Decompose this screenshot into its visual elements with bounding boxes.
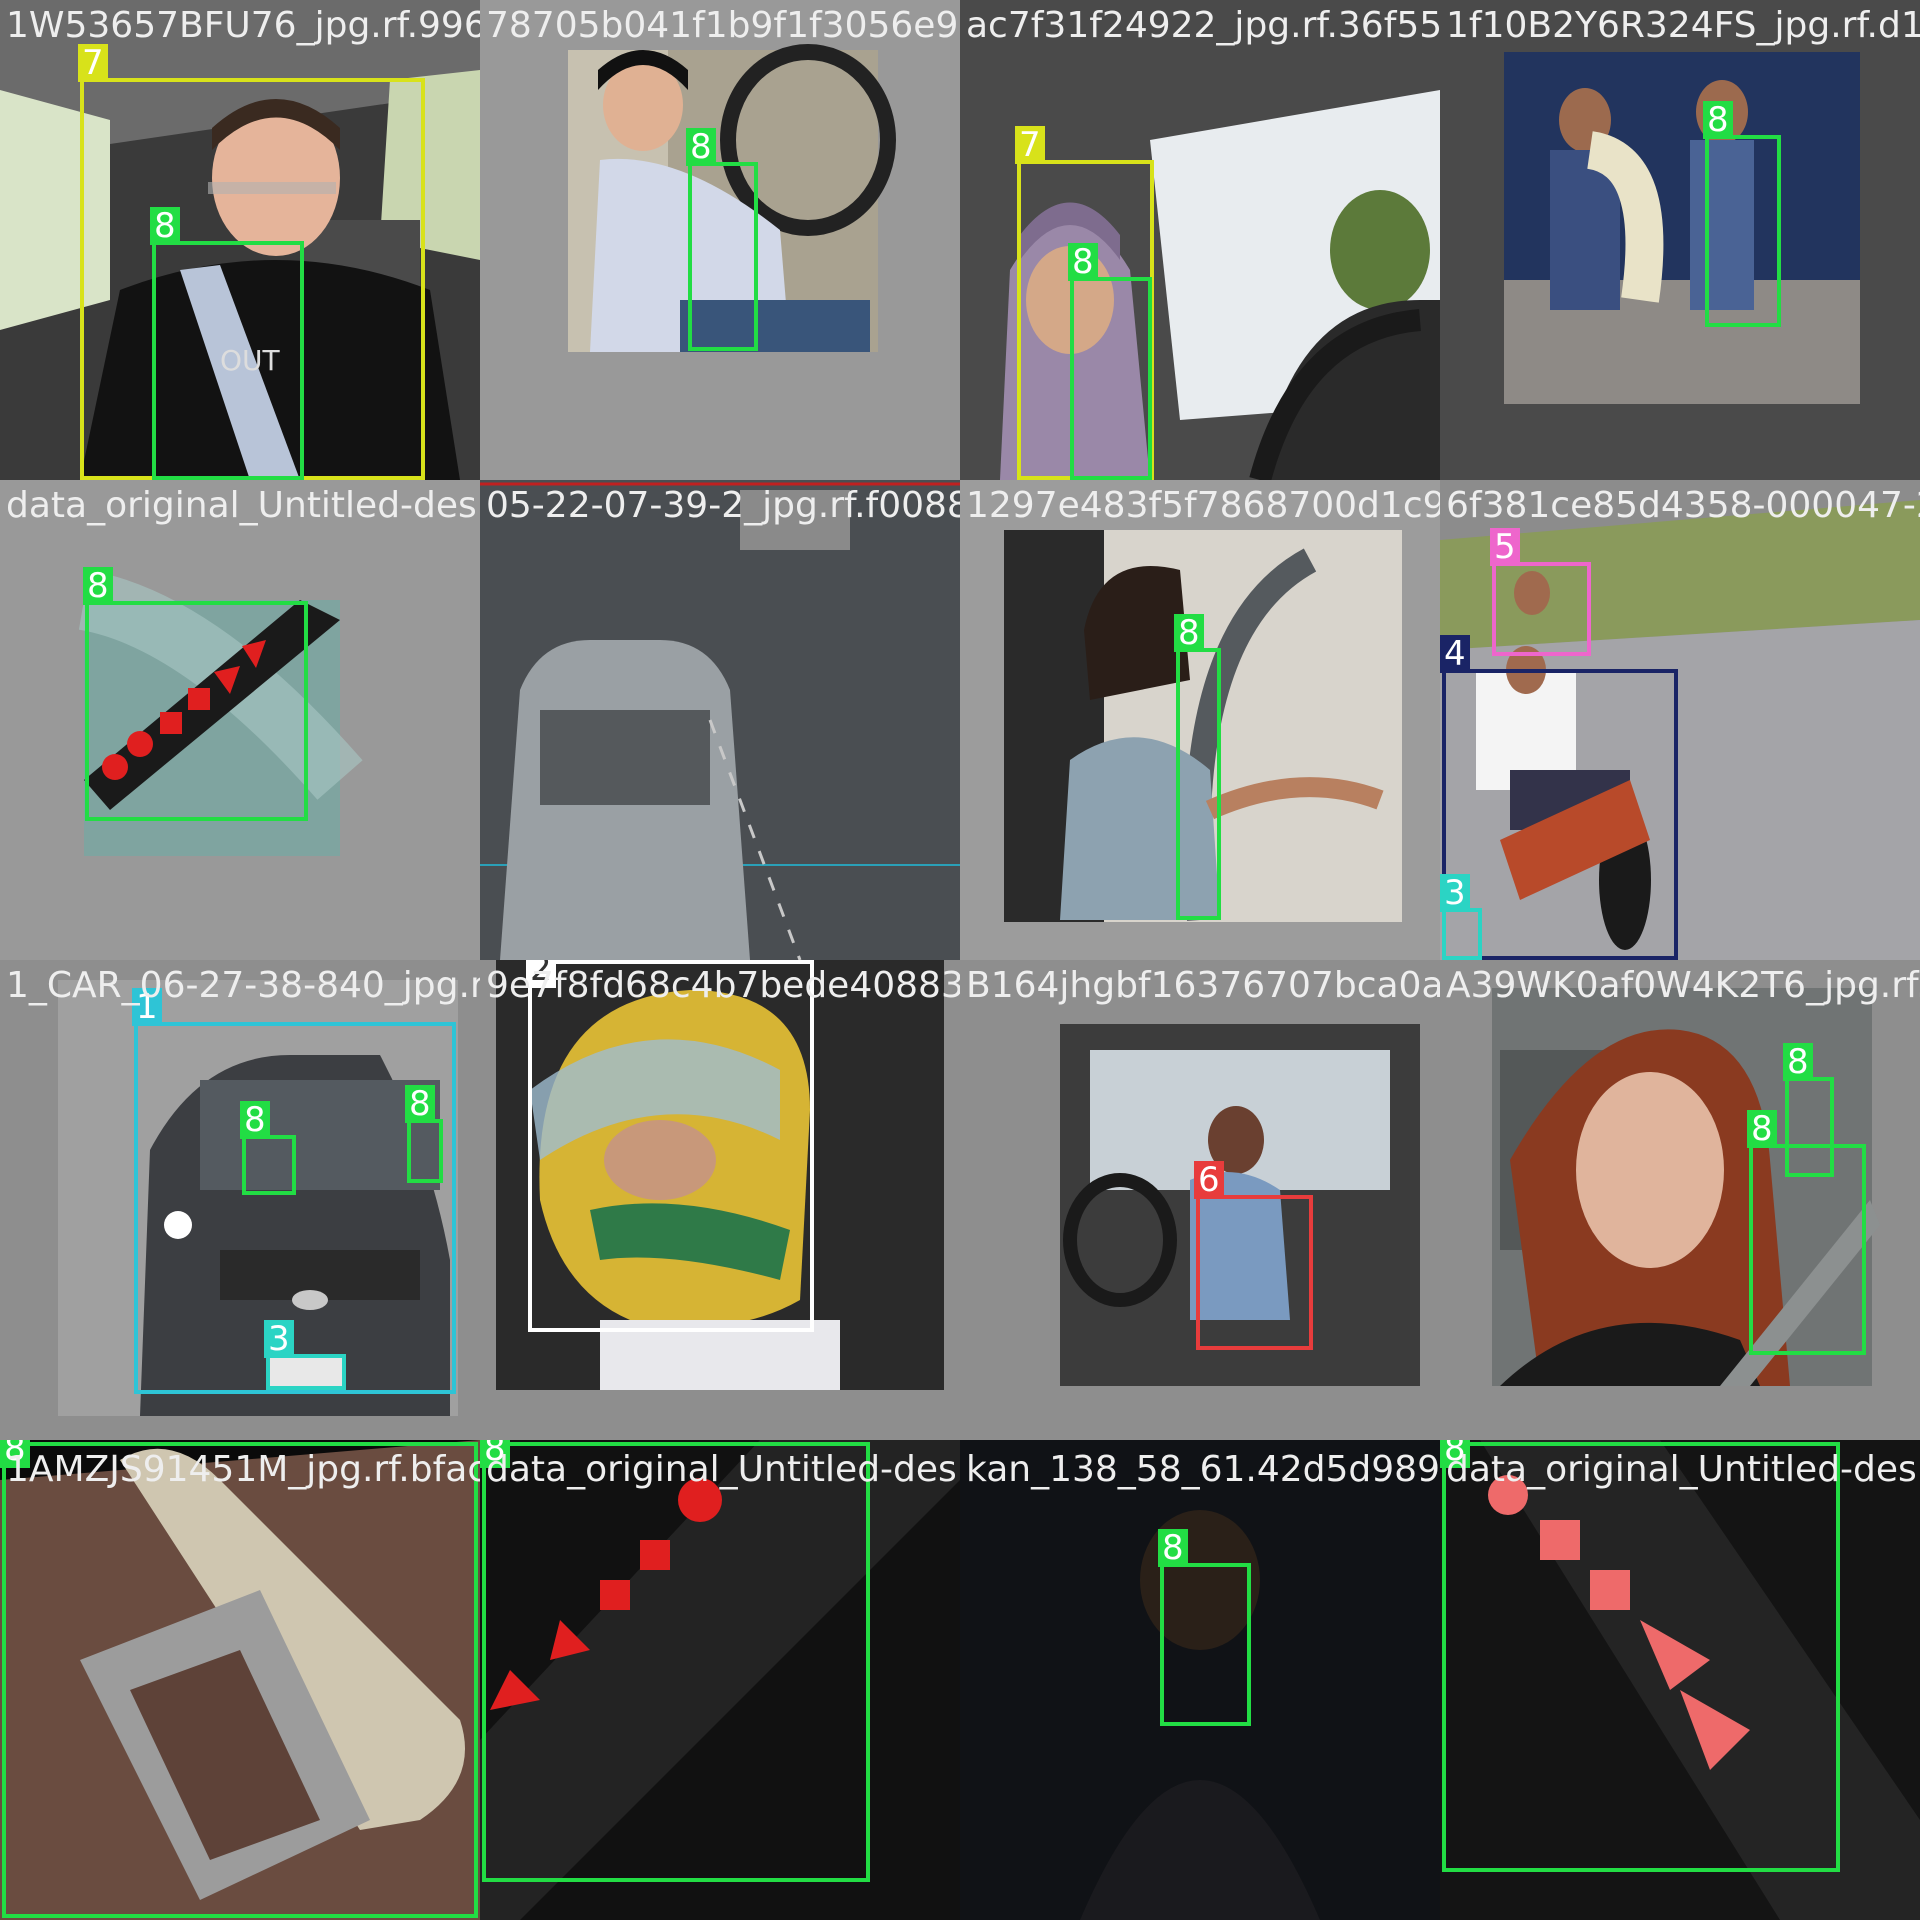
tile-13: 8 data_original_Untitled-design — [480, 1440, 960, 1920]
bbox-5 — [1492, 562, 1591, 656]
bbox-label: 8 — [1158, 1529, 1188, 1567]
tile-11: 8 8 A39WK0af0W4K2T6_jpg.rf.f21 — [1440, 960, 1920, 1440]
bbox-label: 5 — [1490, 528, 1520, 566]
bbox-8 — [688, 162, 758, 351]
bbox-8 — [1705, 135, 1781, 327]
bbox-label: 7 — [78, 44, 108, 82]
tile-filename: data_original_Untitled-design — [486, 1449, 960, 1490]
bbox-label: 3 — [1440, 874, 1470, 912]
tile-filename: data_original_Untitled-desig — [1446, 1449, 1920, 1490]
tile-6: 8 1297e483f5f7868700d1c94c6 — [960, 480, 1440, 960]
tile-0: OUT 7 8 1W53657BFU76_jpg.rf.996c5ea2bdb2… — [0, 0, 480, 480]
bbox-label: 4 — [1440, 635, 1470, 673]
bbox-8 — [1749, 1144, 1866, 1355]
bbox-label: 6 — [1194, 1161, 1224, 1199]
tile-10: 6 B164jhgbf16376707bca0a5 — [960, 960, 1440, 1440]
bbox-label: 3 — [264, 1320, 294, 1358]
bbox-label: 8 — [83, 567, 113, 605]
tile-filename: data_original_Untitled-design-22-0789_jp… — [6, 485, 480, 526]
tile-filename: ac7f31f24922_jpg.rf.36f551 — [966, 5, 1440, 46]
bbox-3 — [1442, 908, 1482, 960]
tile-filename: 1297e483f5f7868700d1c94c6 — [966, 485, 1440, 526]
tile-filename: B164jhgbf16376707bca0a5 — [966, 965, 1440, 1006]
bbox-label: 7 — [1015, 126, 1045, 164]
tile-15: 8 data_original_Untitled-desig — [1440, 1440, 1920, 1920]
bbox-label: 8 — [1783, 1043, 1813, 1081]
tile-filename: 9e7f8fd68c4b7bede408834 — [486, 965, 960, 1006]
tile-7: 5 4 3 6f381ce85d4358-000047-22 — [1440, 480, 1920, 960]
tile-filename: 6f381ce85d4358-000047-22 — [1446, 485, 1920, 526]
bbox-2 — [528, 960, 814, 1332]
tile-filename: 1W53657BFU76_jpg.rf.996c5ea2bdb204a8f3f6… — [6, 5, 480, 46]
bbox-label: 8 — [150, 207, 180, 245]
tile-5: 05-22-07-39-2_jpg.rf.f00887f2758d — [480, 480, 960, 960]
car-overhead-photo — [480, 480, 960, 960]
bbox-3 — [266, 1354, 346, 1390]
bbox-8 — [242, 1135, 296, 1195]
mosaic-grid: OUT 7 8 1W53657BFU76_jpg.rf.996c5ea2bdb2… — [0, 0, 1920, 1920]
tile-filename: 1_CAR_06-27-38-840_jpg.rf.b8 — [6, 965, 480, 1006]
bbox-8 — [482, 1442, 870, 1882]
bbox-1 — [134, 1022, 456, 1394]
tile-filename: A39WK0af0W4K2T6_jpg.rf.f21 — [1446, 965, 1920, 1006]
bbox-label: 8 — [1703, 101, 1733, 139]
tile-filename: 1f10B2Y6R324FS_jpg.rf.d19c — [1446, 5, 1920, 46]
tile-2: 7 8 ac7f31f24922_jpg.rf.36f551 — [960, 0, 1440, 480]
bbox-8 — [1070, 277, 1152, 480]
bbox-8 — [2, 1442, 478, 1918]
tile-9: 2 9e7f8fd68c4b7bede408834 — [480, 960, 960, 1440]
bbox-6 — [1196, 1195, 1313, 1350]
bbox-8 — [85, 601, 308, 821]
tile-1: 8 78705b041f1b9f1f3056e9ad7 — [480, 0, 960, 480]
tile-8: 1 8 8 3 1_CAR_06-27-38-840_jpg.rf.b8 — [0, 960, 480, 1440]
bbox-label: 8 — [405, 1085, 435, 1123]
bbox-8 — [152, 241, 304, 480]
tile-12: 8 1AMZJS91451M_jpg.rf.bfac — [0, 1440, 480, 1920]
bbox-label: 8 — [686, 128, 716, 166]
bbox-8 — [1160, 1563, 1251, 1726]
crash-dummy-photo — [1440, 0, 1920, 480]
bbox-label: 8 — [1068, 243, 1098, 281]
bbox-label: 8 — [1174, 614, 1204, 652]
tile-14: 8 kan_138_58_61.42d5d989181 — [960, 1440, 1440, 1920]
bbox-8 — [1442, 1442, 1840, 1872]
tile-filename: 78705b041f1b9f1f3056e9ad7 — [486, 5, 960, 46]
tile-filename: 05-22-07-39-2_jpg.rf.f00887f2758d — [486, 485, 960, 526]
tile-3: 8 1f10B2Y6R324FS_jpg.rf.d19c — [1440, 0, 1920, 480]
tile-filename: 1AMZJS91451M_jpg.rf.bfac — [6, 1449, 480, 1490]
bbox-label: 8 — [240, 1101, 270, 1139]
tile-4: 8 data_original_Untitled-design-22-0789_… — [0, 480, 480, 960]
bbox-label: 8 — [1747, 1110, 1777, 1148]
tile-filename: kan_138_58_61.42d5d989181 — [966, 1449, 1440, 1490]
bbox-8 — [407, 1119, 443, 1183]
bbox-8 — [1176, 648, 1221, 920]
